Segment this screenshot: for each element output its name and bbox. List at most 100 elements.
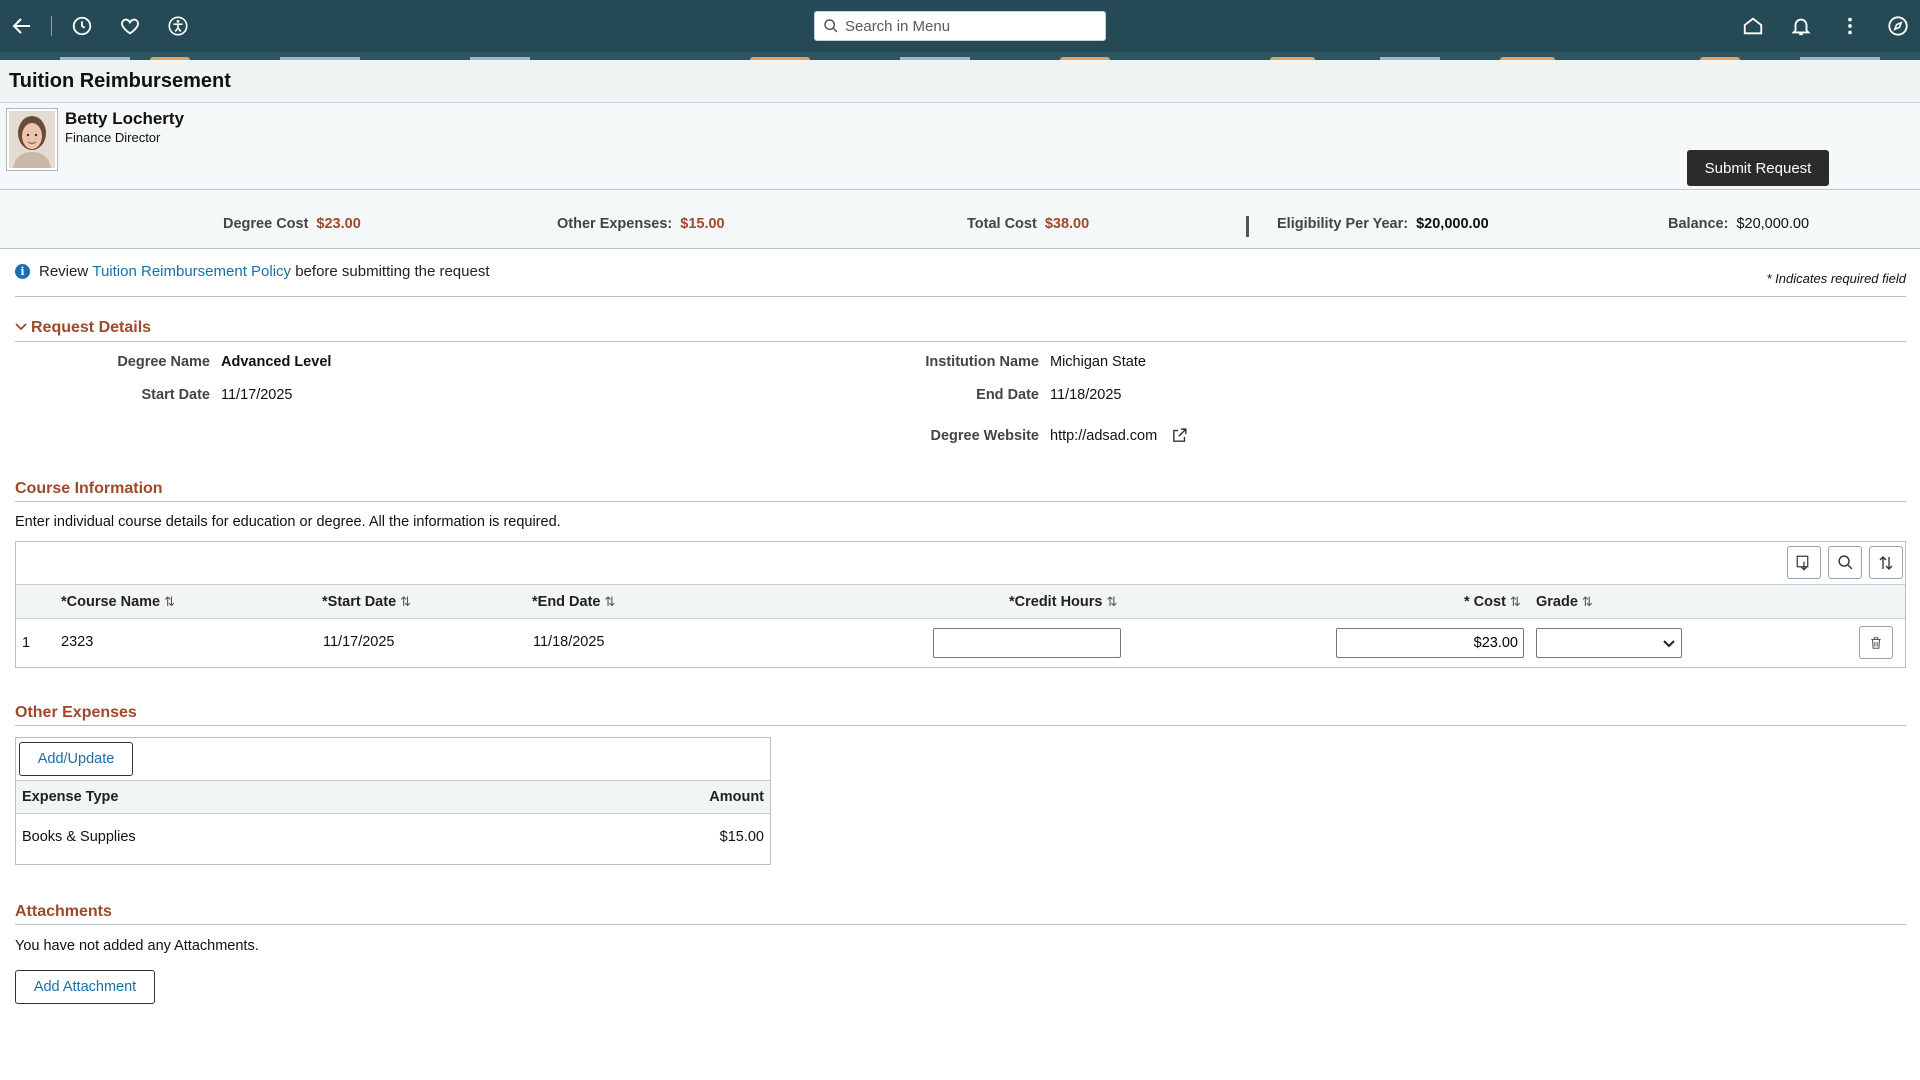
cost-input[interactable] bbox=[1336, 628, 1524, 658]
no-attachments-text: You have not added any Attachments. bbox=[15, 938, 259, 954]
eligibility-summary: Eligibility Per Year: $20,000.00 bbox=[1277, 216, 1489, 232]
sort-icon bbox=[1879, 555, 1893, 570]
course-info-description: Enter individual course details for educ… bbox=[15, 514, 561, 530]
required-field-note: * Indicates required field bbox=[1766, 271, 1906, 286]
history-icon[interactable] bbox=[69, 13, 95, 39]
sort-arrows-icon: ⇅ bbox=[604, 594, 616, 609]
other-expenses-title: Other Expenses bbox=[15, 704, 137, 721]
avatar bbox=[6, 108, 58, 171]
sort-arrows-icon: ⇅ bbox=[1581, 594, 1593, 609]
download-to-excel-button[interactable] bbox=[1787, 546, 1821, 579]
institution-name-label: Institution Name bbox=[925, 354, 1039, 370]
search-icon bbox=[1837, 555, 1852, 570]
column-header-start-date[interactable]: *Start Date ⇅ bbox=[322, 594, 411, 610]
section-underline bbox=[15, 501, 1906, 502]
eligibility-value: $20,000.00 bbox=[1416, 216, 1489, 232]
notifications-bell-icon[interactable] bbox=[1788, 13, 1814, 39]
column-header-course-name[interactable]: *Course Name ⇅ bbox=[61, 594, 175, 610]
attachments-title: Attachments bbox=[15, 903, 112, 920]
end-date-cell: 11/18/2025 bbox=[533, 634, 605, 650]
sort-button[interactable] bbox=[1869, 546, 1903, 579]
grade-select[interactable] bbox=[1536, 628, 1682, 658]
external-link-icon[interactable] bbox=[1171, 427, 1188, 448]
menu-search-box[interactable] bbox=[814, 11, 1106, 41]
employee-role: Finance Director bbox=[65, 130, 161, 145]
column-header-cost[interactable]: * Cost ⇅ bbox=[1464, 594, 1521, 610]
expenses-grid-header: Expense Type Amount bbox=[16, 780, 770, 814]
grid-toolbar bbox=[1787, 546, 1903, 579]
start-date-cell: 11/17/2025 bbox=[323, 634, 395, 650]
end-date-label: End Date bbox=[976, 387, 1039, 403]
add-attachment-button[interactable]: Add Attachment bbox=[15, 970, 155, 1004]
employee-header: Betty Locherty Finance Director Submit R… bbox=[0, 103, 1920, 190]
other-expenses-value: $15.00 bbox=[680, 216, 725, 232]
sort-arrows-icon: ⇅ bbox=[1106, 594, 1118, 609]
request-details-title: Request Details bbox=[31, 319, 152, 336]
navigator-compass-icon[interactable] bbox=[1885, 13, 1911, 39]
start-date-value: 11/17/2025 bbox=[221, 387, 293, 403]
expense-amount-cell: $15.00 bbox=[719, 829, 764, 845]
delete-row-button[interactable] bbox=[1859, 626, 1893, 659]
degree-website-label: Degree Website bbox=[930, 428, 1039, 444]
degree-name-label: Degree Name bbox=[117, 354, 210, 370]
section-underline bbox=[15, 341, 1906, 342]
chevron-down-icon bbox=[15, 319, 27, 337]
course-grid: *Course Name ⇅ *Start Date ⇅ *End Date ⇅ *C… bbox=[15, 541, 1906, 668]
column-header-amount: Amount bbox=[709, 789, 764, 805]
degree-cost-value: $23.00 bbox=[316, 216, 361, 232]
actions-menu-icon[interactable] bbox=[1837, 13, 1863, 39]
balance-value: $20,000.00 bbox=[1736, 216, 1810, 232]
accessibility-icon[interactable] bbox=[165, 13, 191, 39]
page-title-bar: Tuition Reimbursement bbox=[0, 60, 1920, 103]
section-underline bbox=[15, 924, 1906, 925]
favorites-heart-icon[interactable] bbox=[117, 13, 143, 39]
submit-request-button[interactable]: Submit Request bbox=[1687, 150, 1829, 186]
employee-name: Betty Locherty bbox=[65, 109, 185, 128]
total-cost-summary: Total Cost $38.00 bbox=[967, 216, 1089, 232]
course-information-title: Course Information bbox=[15, 480, 163, 497]
degree-website-value: http://adsad.com bbox=[1050, 428, 1158, 444]
balance-summary: Balance: $20,000.00 bbox=[1668, 216, 1809, 232]
decorative-banner bbox=[0, 52, 1920, 60]
request-details-section-toggle[interactable]: Request Details bbox=[15, 319, 151, 337]
employee-photo bbox=[9, 111, 55, 168]
column-header-grade[interactable]: Grade ⇅ bbox=[1536, 594, 1593, 610]
sort-arrows-icon: ⇅ bbox=[400, 594, 412, 609]
trash-icon bbox=[1871, 636, 1881, 649]
policy-link[interactable]: Tuition Reimbursement Policy bbox=[92, 263, 291, 280]
find-button[interactable] bbox=[1828, 546, 1862, 579]
total-cost-value: $38.00 bbox=[1044, 216, 1090, 232]
section-underline bbox=[15, 725, 1906, 726]
course-grid-header: *Course Name ⇅ *Start Date ⇅ *End Date ⇅ *C… bbox=[16, 584, 1905, 619]
search-icon bbox=[824, 19, 838, 33]
credit-hours-input[interactable] bbox=[933, 628, 1121, 658]
other-expenses-label: Other Expenses: bbox=[557, 216, 673, 232]
back-arrow-icon[interactable] bbox=[9, 13, 35, 39]
eligibility-label: Eligibility Per Year: bbox=[1277, 216, 1409, 232]
sort-arrows-icon: ⇅ bbox=[1509, 594, 1521, 609]
column-header-credit-hours[interactable]: *Credit Hours ⇅ bbox=[1009, 594, 1117, 610]
download-icon bbox=[1796, 555, 1809, 571]
other-expenses-grid: Add/Update Expense Type Amount Books & S… bbox=[15, 737, 771, 865]
home-icon[interactable] bbox=[1740, 13, 1766, 39]
divider bbox=[15, 296, 1906, 297]
search-input[interactable] bbox=[845, 17, 1095, 35]
other-expenses-summary: Other Expenses: $15.00 bbox=[557, 216, 725, 232]
end-date-value: 11/18/2025 bbox=[1050, 387, 1122, 403]
balance-label: Balance: bbox=[1668, 216, 1729, 232]
expense-type-cell: Books & Supplies bbox=[22, 829, 136, 845]
add-update-button[interactable]: Add/Update bbox=[19, 742, 133, 776]
start-date-label: Start Date bbox=[141, 387, 211, 403]
total-cost-label: Total Cost bbox=[967, 216, 1037, 232]
institution-name-value: Michigan State bbox=[1050, 354, 1146, 370]
column-header-end-date[interactable]: *End Date ⇅ bbox=[532, 594, 615, 610]
chevron-down-icon bbox=[1663, 640, 1675, 648]
degree-name-value: Advanced Level bbox=[221, 354, 332, 370]
page-title: Tuition Reimbursement bbox=[9, 70, 231, 92]
info-prefix: Review bbox=[39, 263, 89, 280]
sort-arrows-icon: ⇅ bbox=[164, 594, 176, 609]
degree-cost-summary: Degree Cost $23.00 bbox=[223, 216, 361, 232]
summary-separator bbox=[1246, 216, 1249, 237]
top-navigation-bar bbox=[0, 0, 1920, 52]
degree-cost-label: Degree Cost bbox=[223, 216, 309, 232]
